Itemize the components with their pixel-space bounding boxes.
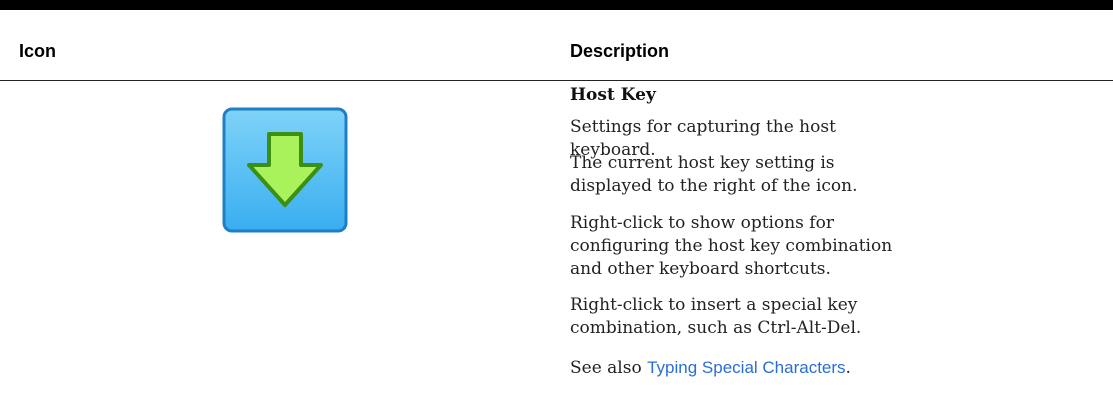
- icon-column-header: Icon: [19, 41, 57, 61]
- see-also-suffix: .: [845, 358, 851, 378]
- host-key-title: Host Key: [570, 85, 656, 105]
- top-rule: [0, 0, 1113, 10]
- description-paragraph-2: The current host key setting is displaye…: [570, 153, 858, 196]
- description-column-header: Description: [570, 41, 670, 61]
- host-key-down-arrow-icon: [222, 107, 348, 233]
- table-header-row: Icon Description: [0, 10, 1113, 81]
- typing-special-characters-link[interactable]: Typing Special Characters: [647, 358, 845, 377]
- host-key-icon-cell: [222, 107, 348, 233]
- see-also-paragraph: See also Typing Special Characters.: [570, 356, 910, 380]
- description-paragraph-4: Right-click to insert a special key comb…: [570, 295, 862, 338]
- see-also-prefix: See also: [570, 358, 648, 378]
- description-paragraph-3: Right-click to show options for configur…: [570, 213, 893, 279]
